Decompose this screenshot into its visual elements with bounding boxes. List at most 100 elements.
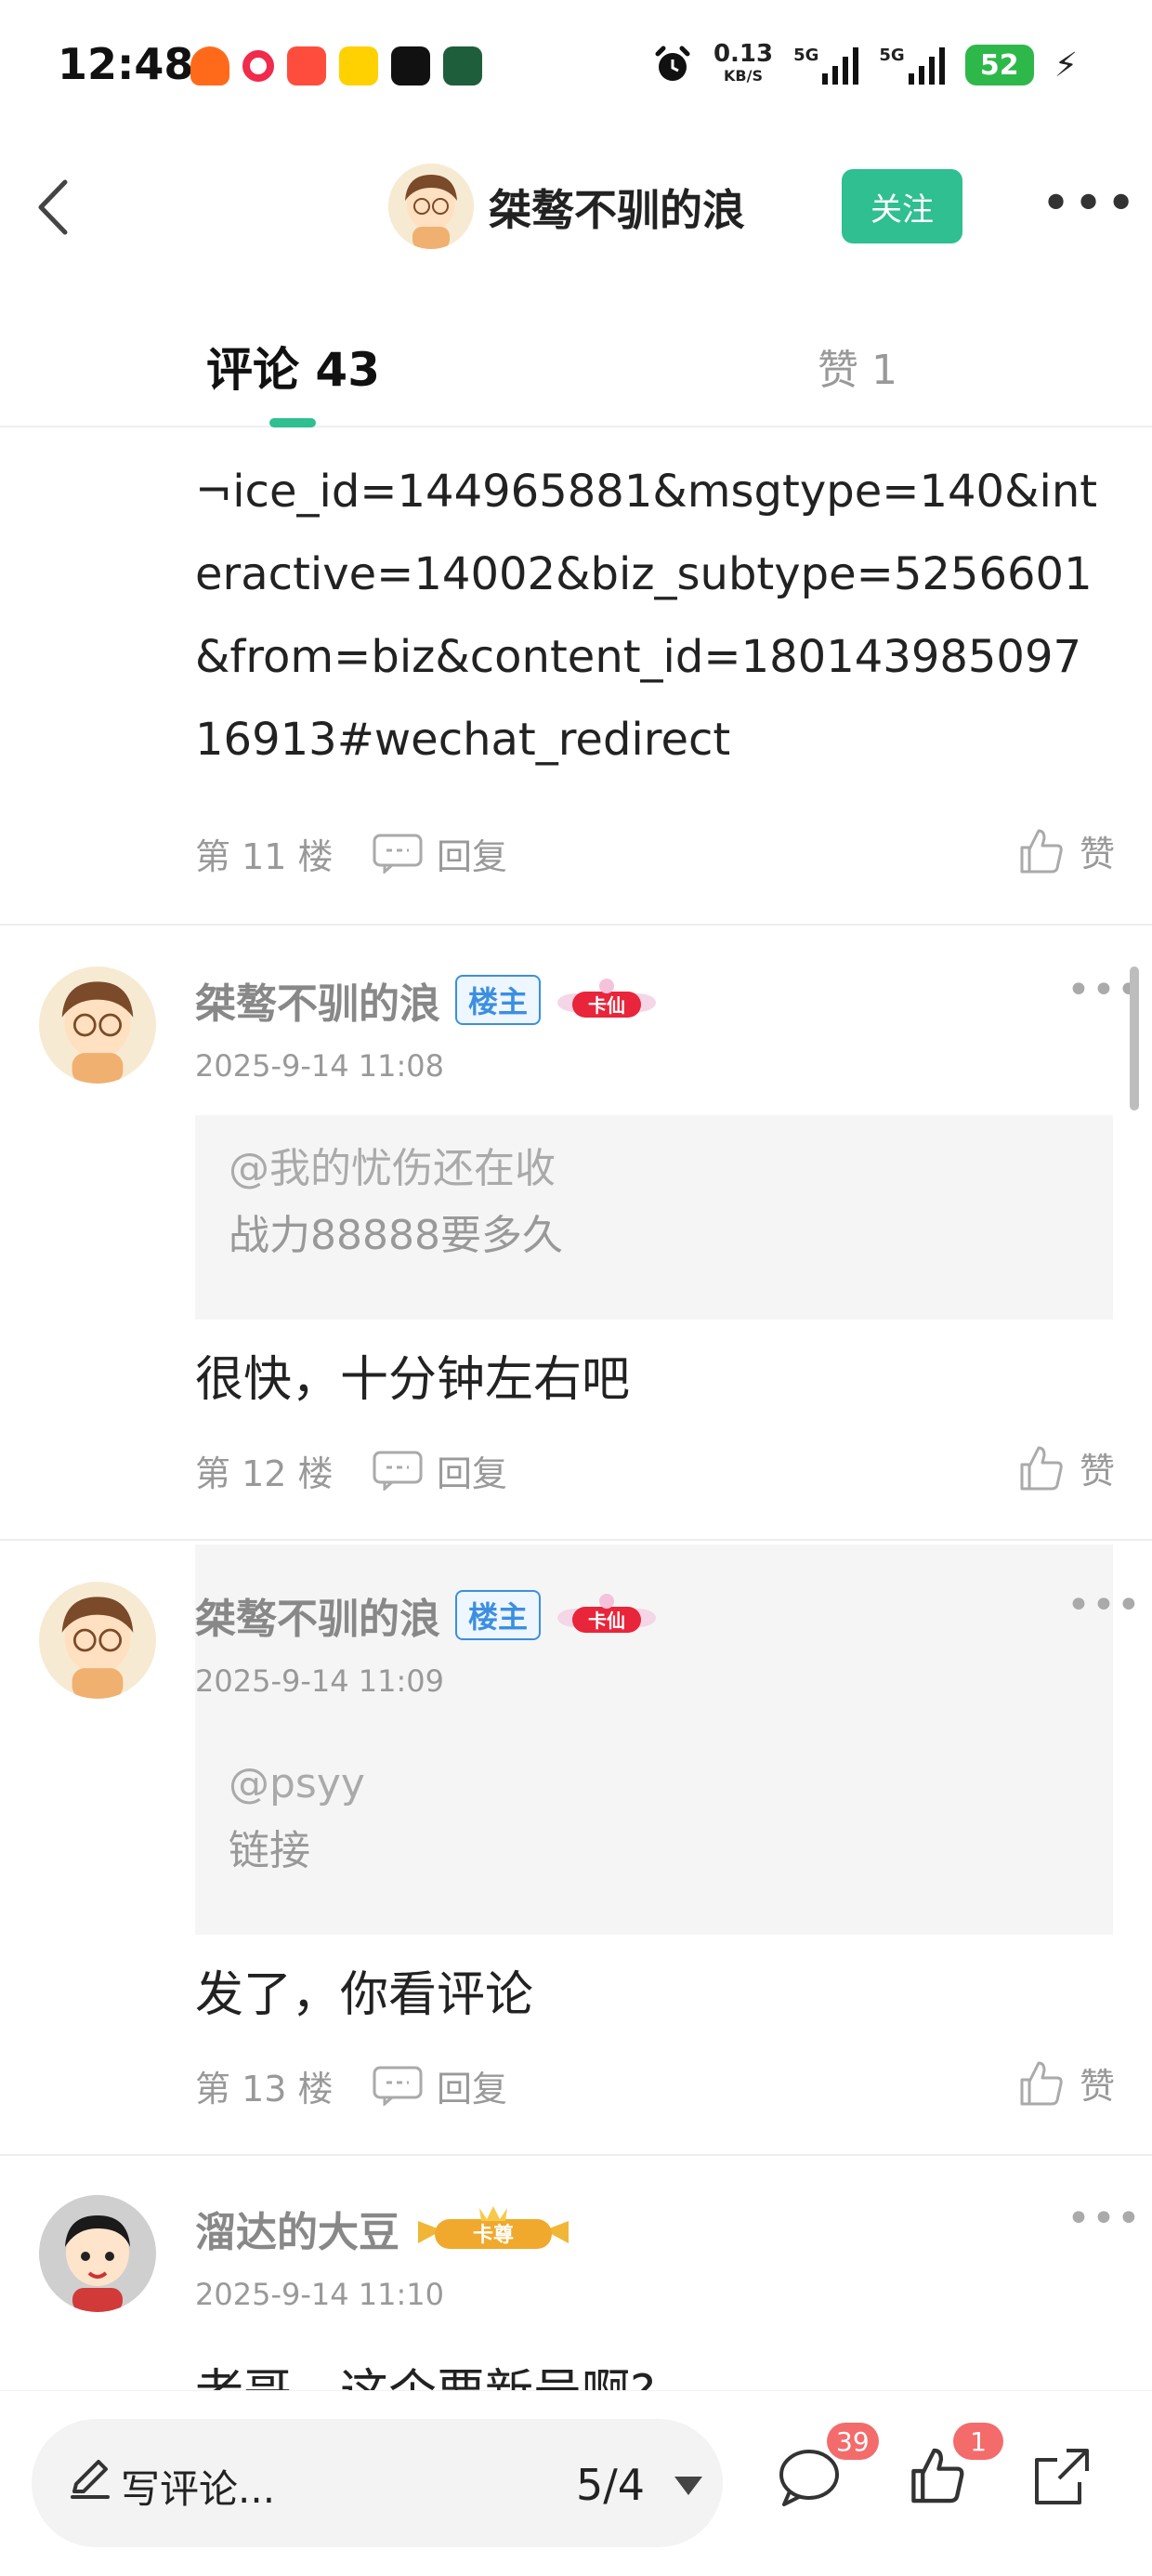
author-name[interactable]: 桀骜不驯的浪 bbox=[489, 177, 745, 238]
floor-row-12: 第 12 楼 回复 赞 bbox=[195, 1442, 1115, 1498]
reply-button[interactable]: 回复 bbox=[372, 1445, 507, 1496]
reply-bubble-icon bbox=[373, 834, 423, 874]
caret-down-icon[interactable] bbox=[673, 2475, 704, 2497]
avatar-illustration bbox=[39, 2195, 156, 2312]
commenter-avatar[interactable] bbox=[39, 2195, 156, 2312]
thumbs-up-icon bbox=[1020, 829, 1063, 873]
quote-mention: @psyy bbox=[229, 1760, 365, 1807]
app-icon-video bbox=[242, 50, 274, 82]
floor-number: 第 12 楼 bbox=[195, 1452, 334, 1494]
commenter-name-row: 桀骜不驯的浪 楼主 卡仙 bbox=[195, 970, 658, 1030]
status-time: 12:48 bbox=[58, 39, 194, 89]
avatar-illustration bbox=[388, 164, 474, 249]
notification-app-icons bbox=[190, 46, 482, 85]
app-icon-taobao bbox=[190, 46, 229, 85]
pen-icon bbox=[71, 2460, 110, 2499]
active-tab-indicator bbox=[269, 418, 316, 427]
divider bbox=[0, 924, 1152, 926]
write-comment-placeholder: 写评论... bbox=[121, 2466, 276, 2512]
quote-mention: @我的忧伤还在收 bbox=[229, 1145, 556, 1192]
commenter-name[interactable]: 溜达的大豆 bbox=[195, 2199, 399, 2258]
tab-likes[interactable]: 赞 1 bbox=[818, 336, 897, 396]
quote-text: 链接 bbox=[229, 1827, 310, 1874]
reply-button[interactable]: 回复 bbox=[372, 828, 507, 879]
reply-label: 回复 bbox=[437, 1452, 508, 1494]
commenter-name-row: 溜达的大豆 卡尊 bbox=[195, 2199, 572, 2258]
thumbs-up-icon[interactable] bbox=[907, 2445, 966, 2506]
signal-sim1: 5G bbox=[793, 46, 859, 85]
like-button[interactable]: 赞 bbox=[1016, 825, 1115, 876]
comment-time: 2025-9-14 11:10 bbox=[195, 2277, 444, 2312]
quote-text: 战力88888要多久 bbox=[229, 1212, 563, 1259]
comment-time: 2025-9-14 11:08 bbox=[195, 1048, 444, 1084]
charging-icon: ⚡ bbox=[1054, 46, 1078, 85]
follow-button[interactable]: 关注 bbox=[842, 169, 962, 243]
commenter-name-row: 桀骜不驯的浪 楼主 卡仙 bbox=[195, 1585, 658, 1645]
reply-label: 回复 bbox=[437, 835, 508, 877]
level-badge-text: 卡仙 bbox=[588, 994, 625, 1017]
like-button[interactable]: 赞 bbox=[1016, 2057, 1115, 2109]
status-indicators: 0.13 KB/S 5G 5G 52 ⚡ bbox=[652, 40, 1078, 87]
network-speed: 0.13 KB/S bbox=[713, 40, 774, 87]
app-icon-game bbox=[443, 46, 482, 85]
quoted-reply[interactable]: @psyy 链接 bbox=[195, 1730, 1113, 1935]
quoted-reply[interactable] bbox=[195, 1544, 1113, 1749]
signal-sim2-label: 5G bbox=[879, 46, 905, 65]
commenter-avatar[interactable] bbox=[39, 966, 156, 1084]
app-icon-shopping bbox=[287, 46, 326, 85]
thumbs-up-icon bbox=[1020, 2061, 1063, 2105]
tab-bar: 评论 43 赞 1 bbox=[0, 307, 1152, 427]
owner-badge: 楼主 bbox=[455, 1590, 542, 1640]
comment-count-badge: 39 bbox=[827, 2423, 879, 2460]
tab-comments[interactable]: 评论 43 bbox=[206, 333, 380, 400]
thumbs-up-icon bbox=[1020, 1446, 1063, 1490]
scrollbar[interactable] bbox=[1130, 966, 1139, 1111]
signal-sim2: 5G bbox=[879, 46, 945, 85]
divider bbox=[0, 2154, 1152, 2156]
network-speed-unit: KB/S bbox=[724, 67, 763, 85]
floor-number: 第 11 楼 bbox=[195, 835, 334, 877]
signal-bars-icon bbox=[908, 46, 945, 85]
signal-sim1-label: 5G bbox=[793, 46, 819, 65]
share-icon[interactable] bbox=[1029, 2445, 1094, 2510]
floor-row-13: 第 13 楼 回复 赞 bbox=[195, 2057, 1115, 2113]
like-label: 赞 bbox=[1079, 834, 1115, 874]
more-options-icon[interactable]: ••• bbox=[1041, 178, 1138, 230]
reply-button[interactable]: 回复 bbox=[372, 2060, 507, 2111]
reply-label: 回复 bbox=[437, 2068, 508, 2109]
comment-body: 老哥，这个要新号啊? bbox=[195, 2353, 656, 2390]
floor-row-11: 第 11 楼 回复 赞 bbox=[195, 825, 1115, 881]
commenter-name[interactable]: 桀骜不驯的浪 bbox=[195, 1585, 440, 1645]
signal-bars-icon bbox=[822, 46, 859, 85]
like-label: 赞 bbox=[1079, 1451, 1115, 1492]
like-button[interactable]: 赞 bbox=[1016, 1442, 1115, 1493]
level-badge-text: 卡尊 bbox=[473, 2223, 514, 2247]
commenter-name[interactable]: 桀骜不驯的浪 bbox=[195, 970, 440, 1030]
avatar-illustration bbox=[39, 966, 156, 1084]
alarm-icon bbox=[655, 46, 690, 81]
back-arrow-icon[interactable] bbox=[30, 175, 85, 240]
page-indicator[interactable]: 5/4 bbox=[576, 2460, 645, 2510]
comment-time: 2025-9-14 11:09 bbox=[195, 1663, 444, 1699]
quoted-reply[interactable]: @我的忧伤还在收 战力88888要多久 bbox=[195, 1115, 1113, 1320]
comment-more-icon[interactable]: ••• bbox=[1067, 1582, 1142, 1629]
owner-badge: 楼主 bbox=[455, 975, 542, 1025]
level-badge-icon: 卡仙 bbox=[557, 1594, 657, 1633]
floor-number: 第 13 楼 bbox=[195, 2068, 334, 2109]
commenter-avatar[interactable] bbox=[39, 1582, 156, 1699]
level-badge-icon: 卡仙 bbox=[557, 979, 657, 1018]
comment-body-link[interactable]: 80d4a5a1a79004a2 ·iceId=144965881¬ice_id… bbox=[195, 429, 1106, 782]
app-icon-meituan bbox=[339, 46, 378, 85]
comment-more-icon[interactable]: ••• bbox=[1067, 2195, 1142, 2242]
author-avatar[interactable] bbox=[388, 164, 474, 249]
app-icon-douyin bbox=[391, 46, 430, 85]
avatar-illustration bbox=[39, 1582, 156, 1699]
comment-body: 很快，十分钟左右吧 bbox=[195, 1352, 631, 1408]
network-speed-value: 0.13 bbox=[713, 40, 774, 68]
comment-list: 80d4a5a1a79004a2 ·iceId=144965881¬ice_id… bbox=[0, 429, 1152, 2390]
like-label: 赞 bbox=[1079, 2066, 1115, 2107]
reply-bubble-icon bbox=[373, 2066, 423, 2106]
post-header: 桀骜不驯的浪 关注 ••• bbox=[0, 149, 1152, 269]
write-comment-input[interactable]: 写评论... 5/4 bbox=[32, 2419, 723, 2547]
level-badge-text: 卡仙 bbox=[588, 1610, 625, 1632]
